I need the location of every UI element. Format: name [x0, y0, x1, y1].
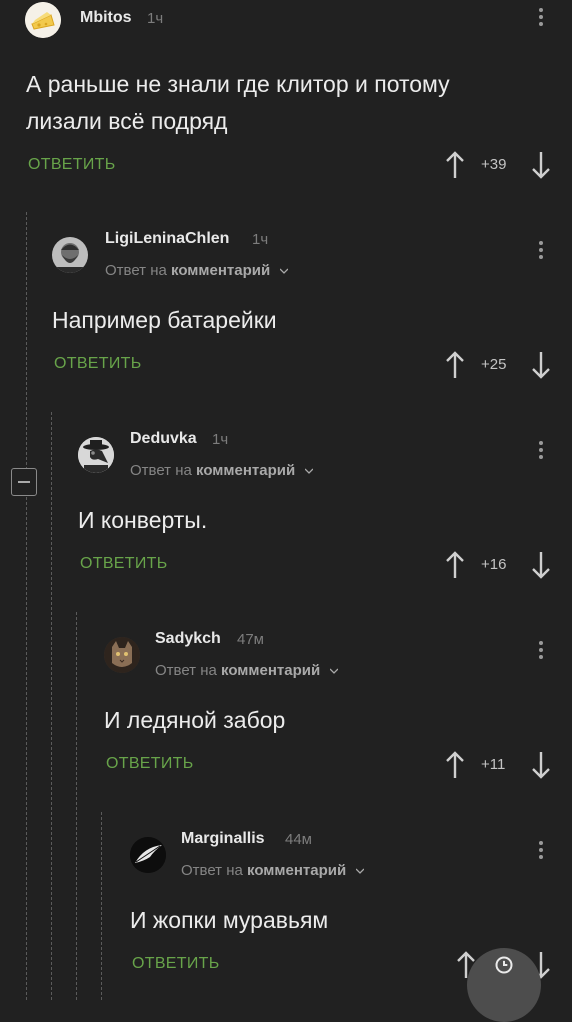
comment-time: 1ч: [147, 10, 164, 27]
comment-score: +25: [481, 356, 507, 373]
chevron-down-icon: [356, 868, 365, 874]
arrow-up-icon[interactable]: [444, 350, 466, 380]
comment-time: 47м: [237, 631, 264, 648]
author-name[interactable]: Marginallis: [181, 830, 265, 848]
reply-button[interactable]: ОТВЕТИТЬ: [54, 355, 142, 373]
more-vertical-icon[interactable]: [533, 838, 549, 868]
arrow-up-icon[interactable]: [444, 750, 466, 780]
reply-prefix: Ответ на: [181, 862, 243, 879]
comment-text-line: И ледяной забор: [104, 707, 286, 733]
comment-text-line: лизали всё подряд: [26, 108, 228, 134]
thread-line-4: [101, 812, 103, 1000]
reply-button[interactable]: ОТВЕТИТЬ: [132, 955, 220, 973]
comment-text: А раньше не знали где клитор и потому ли…: [26, 66, 450, 140]
bearded-man-avatar[interactable]: [52, 237, 88, 273]
arrow-down-icon[interactable]: [530, 350, 552, 380]
comment-text-line: А раньше не знали где клитор и потому: [26, 71, 450, 97]
arrow-down-icon[interactable]: [530, 550, 552, 580]
reply-prefix: Ответ на: [130, 462, 192, 479]
reply-target-link[interactable]: комментарий: [221, 662, 320, 679]
more-vertical-icon[interactable]: [533, 238, 549, 268]
reply-context[interactable]: Ответ на комментарий: [155, 662, 339, 679]
comment-text: И жопки муравьям: [130, 902, 328, 939]
reply-target-link[interactable]: комментарий: [196, 462, 295, 479]
comment-time: 44м: [285, 831, 312, 848]
comment-time: 1ч: [212, 431, 229, 448]
bearded-man-icon: [52, 237, 88, 273]
comment-text: И конверты.: [78, 502, 207, 539]
chevron-down-icon: [280, 268, 289, 274]
cat-icon: [104, 637, 140, 673]
reply-prefix: Ответ на: [105, 262, 167, 279]
author-name[interactable]: Deduvka: [130, 430, 197, 448]
thread-line-2: [51, 412, 53, 1000]
more-vertical-icon[interactable]: [533, 638, 549, 668]
chevron-down-icon: [305, 468, 314, 474]
cheese-avatar[interactable]: [25, 2, 61, 38]
arrow-up-icon[interactable]: [444, 150, 466, 180]
comment-text-line: И конверты.: [78, 507, 208, 533]
author-name[interactable]: Mbitos: [80, 9, 132, 27]
thread-line-1: [26, 212, 28, 1000]
thread-line-3: [76, 612, 78, 1000]
arrow-down-icon[interactable]: [530, 750, 552, 780]
more-vertical-icon[interactable]: [533, 438, 549, 468]
reply-context[interactable]: Ответ на комментарий: [181, 862, 365, 879]
clock-icon: [495, 956, 513, 974]
comment-score: +16: [481, 556, 507, 573]
author-name[interactable]: LigiLeninaChlen: [105, 230, 229, 248]
chevron-down-icon: [330, 668, 339, 674]
feather-icon: [130, 837, 166, 873]
comment-text-line: Например батарейки: [52, 307, 277, 333]
reply-button[interactable]: ОТВЕТИТЬ: [28, 156, 116, 174]
comment-score: +39: [481, 156, 507, 173]
arrow-up-icon[interactable]: [444, 550, 466, 580]
reply-prefix: Ответ на: [155, 662, 217, 679]
cheese-icon: [25, 2, 61, 38]
plague-doctor-icon: [78, 437, 114, 473]
reply-target-link[interactable]: комментарий: [171, 262, 270, 279]
comment-text: И ледяной забор: [104, 702, 285, 739]
more-vertical-icon[interactable]: [533, 5, 549, 35]
reply-context[interactable]: Ответ на комментарий: [105, 262, 289, 279]
reply-context[interactable]: Ответ на комментарий: [130, 462, 314, 479]
arrow-down-icon[interactable]: [530, 150, 552, 180]
comment-score: +11: [481, 756, 506, 773]
feather-avatar[interactable]: [130, 837, 166, 873]
comment-time: 1ч: [252, 231, 269, 248]
reply-button[interactable]: ОТВЕТИТЬ: [106, 755, 194, 773]
author-name[interactable]: Sadykch: [155, 630, 221, 648]
collapse-thread-button[interactable]: [11, 468, 37, 496]
cat-avatar[interactable]: [104, 637, 140, 673]
reply-target-link[interactable]: комментарий: [247, 862, 346, 879]
plague-doctor-avatar[interactable]: [78, 437, 114, 473]
reply-button[interactable]: ОТВЕТИТЬ: [80, 555, 168, 573]
history-button[interactable]: [467, 948, 541, 1022]
comment-text: Например батарейки: [52, 302, 277, 339]
comment-text-line: И жопки муравьям: [130, 907, 329, 933]
